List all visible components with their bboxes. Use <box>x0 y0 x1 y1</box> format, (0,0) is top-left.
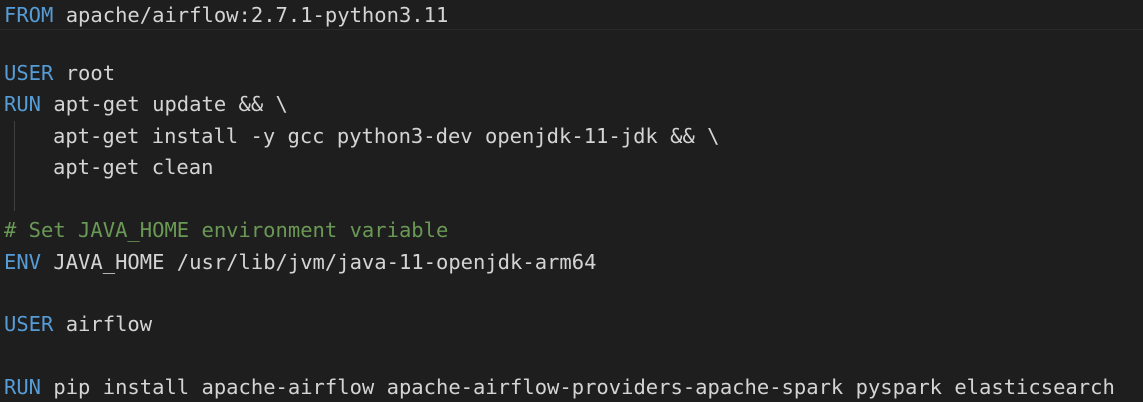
keyword-run: RUN <box>4 92 42 116</box>
indent-guide <box>14 121 15 211</box>
keyword-from: FROM <box>4 3 54 27</box>
code-line-user-root[interactable]: USER root <box>4 58 115 89</box>
code-line-run-apt[interactable]: RUN apt-get update && \ <box>4 89 288 120</box>
user-value: root <box>53 61 116 85</box>
run-command: pip install apache-airflow apache-airflo… <box>41 375 1115 399</box>
code-line-from[interactable]: FROM apache/airflow:2.7.1-python3.11 <box>4 0 448 31</box>
user-value: airflow <box>53 312 153 336</box>
code-line-apt-clean[interactable]: apt-get clean <box>53 152 213 183</box>
keyword-env: ENV <box>4 250 42 274</box>
continuation-command: apt-get install -y gcc python3-dev openj… <box>53 124 720 148</box>
base-image: apache/airflow:2.7.1-python3.11 <box>53 3 449 27</box>
code-editor[interactable]: FROM apache/airflow:2.7.1-python3.11 USE… <box>0 0 1143 402</box>
code-line-run-pip[interactable]: RUN pip install apache-airflow apache-ai… <box>4 372 1115 402</box>
comment-text: # Set JAVA_HOME environment variable <box>4 218 449 242</box>
keyword-user: USER <box>4 312 54 336</box>
keyword-user: USER <box>4 61 54 85</box>
code-line-user-airflow[interactable]: USER airflow <box>4 309 152 340</box>
continuation-command: apt-get clean <box>53 155 214 179</box>
code-line-env[interactable]: ENV JAVA_HOME /usr/lib/jvm/java-11-openj… <box>4 247 596 278</box>
code-line-apt-install[interactable]: apt-get install -y gcc python3-dev openj… <box>53 121 719 152</box>
run-command: apt-get update && \ <box>41 92 288 116</box>
keyword-run: RUN <box>4 375 42 399</box>
code-line-comment[interactable]: # Set JAVA_HOME environment variable <box>4 215 448 246</box>
env-value: JAVA_HOME /usr/lib/jvm/java-11-openjdk-a… <box>41 250 597 274</box>
